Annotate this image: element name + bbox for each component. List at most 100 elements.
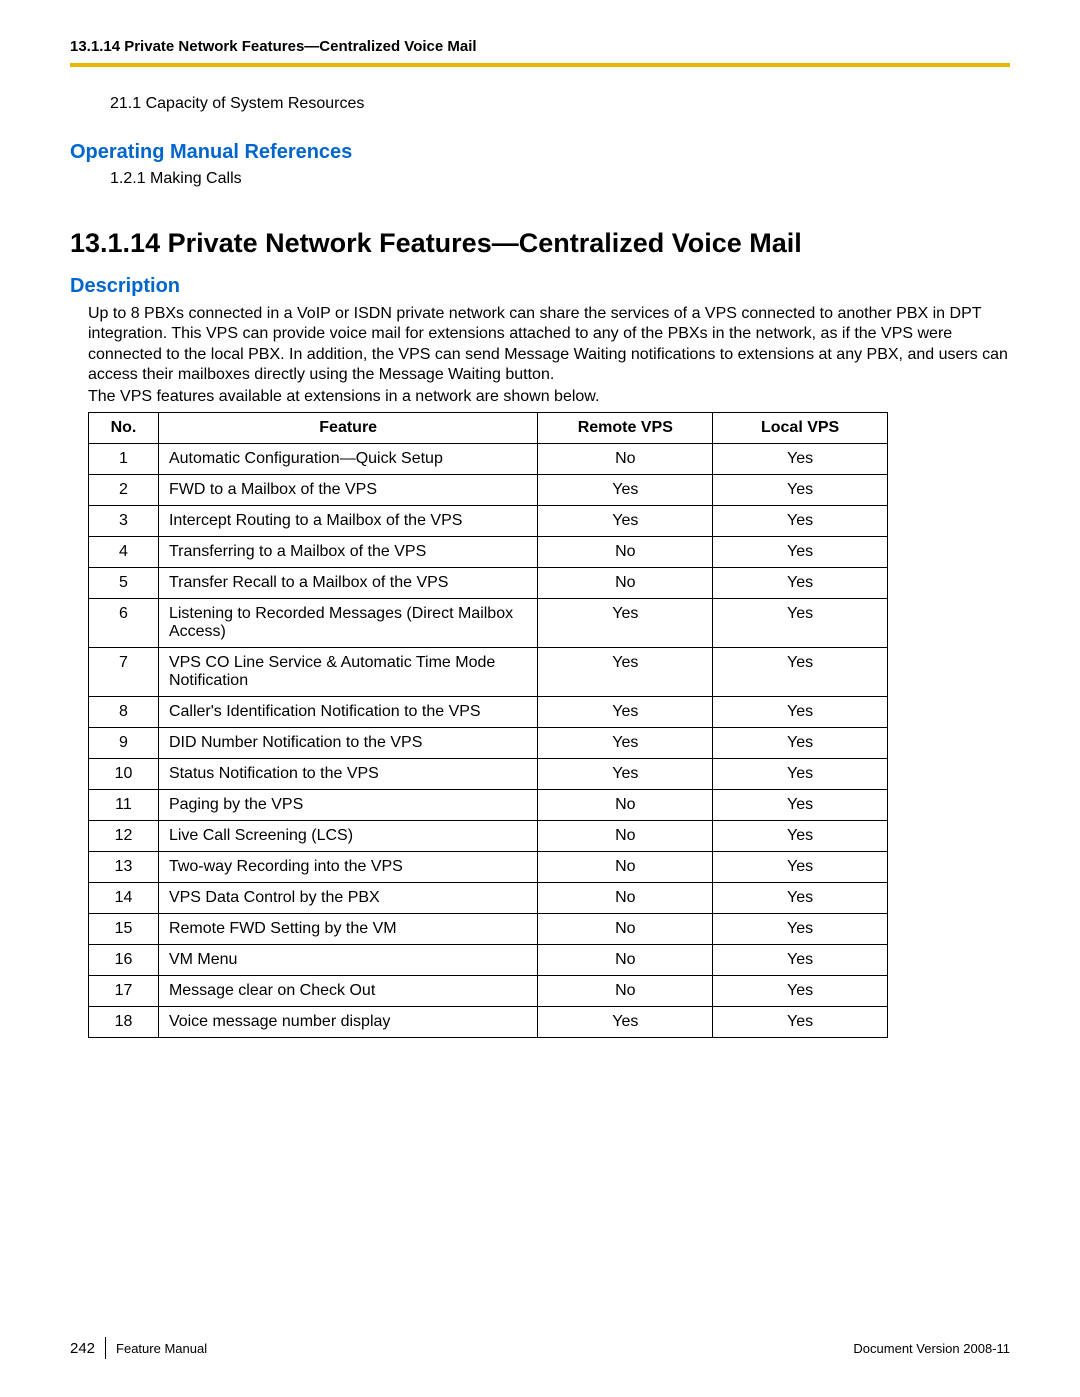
manual-name: Feature Manual <box>116 1341 207 1356</box>
cell-remote: No <box>538 567 713 598</box>
cell-feature: Intercept Routing to a Mailbox of the VP… <box>158 505 537 536</box>
footer-divider <box>105 1337 106 1359</box>
cell-remote: Yes <box>538 598 713 647</box>
vps-features-table: No. Feature Remote VPS Local VPS 1Automa… <box>88 412 888 1038</box>
cell-remote: Yes <box>538 1006 713 1037</box>
cell-local: Yes <box>713 1006 888 1037</box>
cell-feature: Voice message number display <box>158 1006 537 1037</box>
table-row: 10Status Notification to the VPSYesYes <box>89 758 888 789</box>
cell-no: 1 <box>89 443 159 474</box>
table-row: 11Paging by the VPSNoYes <box>89 789 888 820</box>
table-row: 4Transferring to a Mailbox of the VPSNoY… <box>89 536 888 567</box>
cell-no: 5 <box>89 567 159 598</box>
cell-remote: Yes <box>538 647 713 696</box>
cell-local: Yes <box>713 474 888 505</box>
cell-remote: Yes <box>538 696 713 727</box>
table-row: 14VPS Data Control by the PBXNoYes <box>89 882 888 913</box>
cell-local: Yes <box>713 598 888 647</box>
cell-remote: No <box>538 913 713 944</box>
table-row: 6Listening to Recorded Messages (Direct … <box>89 598 888 647</box>
cell-no: 13 <box>89 851 159 882</box>
header-divider <box>70 63 1010 67</box>
cell-remote: No <box>538 975 713 1006</box>
cell-feature: Automatic Configuration—Quick Setup <box>158 443 537 474</box>
cell-feature: Message clear on Check Out <box>158 975 537 1006</box>
table-row: 8Caller's Identification Notification to… <box>89 696 888 727</box>
table-header-row: No. Feature Remote VPS Local VPS <box>89 412 888 443</box>
cell-feature: VPS Data Control by the PBX <box>158 882 537 913</box>
cell-local: Yes <box>713 882 888 913</box>
cell-no: 2 <box>89 474 159 505</box>
cell-feature: VPS CO Line Service & Automatic Time Mod… <box>158 647 537 696</box>
cell-local: Yes <box>713 975 888 1006</box>
table-row: 16VM MenuNoYes <box>89 944 888 975</box>
cell-feature: FWD to a Mailbox of the VPS <box>158 474 537 505</box>
cell-remote: No <box>538 443 713 474</box>
page-number: 242 <box>70 1340 95 1357</box>
cell-no: 11 <box>89 789 159 820</box>
table-row: 12Live Call Screening (LCS)NoYes <box>89 820 888 851</box>
table-row: 1Automatic Configuration—Quick SetupNoYe… <box>89 443 888 474</box>
cell-no: 12 <box>89 820 159 851</box>
cell-local: Yes <box>713 851 888 882</box>
cell-feature: VM Menu <box>158 944 537 975</box>
cell-local: Yes <box>713 820 888 851</box>
cell-local: Yes <box>713 443 888 474</box>
section-heading: 13.1.14 Private Network Features—Central… <box>70 228 1010 259</box>
cell-feature: Listening to Recorded Messages (Direct M… <box>158 598 537 647</box>
cell-local: Yes <box>713 696 888 727</box>
cell-no: 7 <box>89 647 159 696</box>
description-paragraph: Up to 8 PBXs connected in a VoIP or ISDN… <box>88 304 1010 386</box>
table-row: 18Voice message number displayYesYes <box>89 1006 888 1037</box>
table-row: 13Two-way Recording into the VPSNoYes <box>89 851 888 882</box>
cell-no: 10 <box>89 758 159 789</box>
cell-remote: Yes <box>538 727 713 758</box>
cell-feature: Paging by the VPS <box>158 789 537 820</box>
page-footer: 242 Feature Manual Document Version 2008… <box>70 1337 1010 1359</box>
cell-local: Yes <box>713 647 888 696</box>
cell-remote: No <box>538 536 713 567</box>
cell-no: 17 <box>89 975 159 1006</box>
cell-feature: Status Notification to the VPS <box>158 758 537 789</box>
table-row: 15Remote FWD Setting by the VMNoYes <box>89 913 888 944</box>
cell-feature: Live Call Screening (LCS) <box>158 820 537 851</box>
cell-local: Yes <box>713 758 888 789</box>
cell-local: Yes <box>713 536 888 567</box>
table-row: 17Message clear on Check OutNoYes <box>89 975 888 1006</box>
cell-no: 15 <box>89 913 159 944</box>
cell-local: Yes <box>713 789 888 820</box>
reference-item: 21.1 Capacity of System Resources <box>110 95 1010 113</box>
cell-no: 14 <box>89 882 159 913</box>
table-row: 2FWD to a Mailbox of the VPSYesYes <box>89 474 888 505</box>
cell-remote: Yes <box>538 474 713 505</box>
col-header-no: No. <box>89 412 159 443</box>
cell-remote: No <box>538 882 713 913</box>
cell-feature: Transferring to a Mailbox of the VPS <box>158 536 537 567</box>
cell-feature: Transfer Recall to a Mailbox of the VPS <box>158 567 537 598</box>
reference-item: 1.2.1 Making Calls <box>110 170 1010 188</box>
cell-no: 8 <box>89 696 159 727</box>
cell-no: 6 <box>89 598 159 647</box>
running-header: 13.1.14 Private Network Features—Central… <box>70 38 1010 55</box>
table-row: 7VPS CO Line Service & Automatic Time Mo… <box>89 647 888 696</box>
col-header-remote: Remote VPS <box>538 412 713 443</box>
cell-feature: Caller's Identification Notification to … <box>158 696 537 727</box>
cell-feature: Remote FWD Setting by the VM <box>158 913 537 944</box>
cell-no: 3 <box>89 505 159 536</box>
col-header-feature: Feature <box>158 412 537 443</box>
document-version: Document Version 2008-11 <box>853 1341 1010 1356</box>
section-subheading-operating-manual: Operating Manual References <box>70 141 1010 164</box>
cell-remote: Yes <box>538 505 713 536</box>
section-subheading-description: Description <box>70 275 1010 298</box>
cell-local: Yes <box>713 913 888 944</box>
col-header-local: Local VPS <box>713 412 888 443</box>
cell-local: Yes <box>713 567 888 598</box>
cell-feature: DID Number Notification to the VPS <box>158 727 537 758</box>
cell-no: 18 <box>89 1006 159 1037</box>
cell-no: 4 <box>89 536 159 567</box>
table-row: 5Transfer Recall to a Mailbox of the VPS… <box>89 567 888 598</box>
cell-remote: No <box>538 820 713 851</box>
table-row: 9DID Number Notification to the VPSYesYe… <box>89 727 888 758</box>
cell-feature: Two-way Recording into the VPS <box>158 851 537 882</box>
cell-no: 16 <box>89 944 159 975</box>
